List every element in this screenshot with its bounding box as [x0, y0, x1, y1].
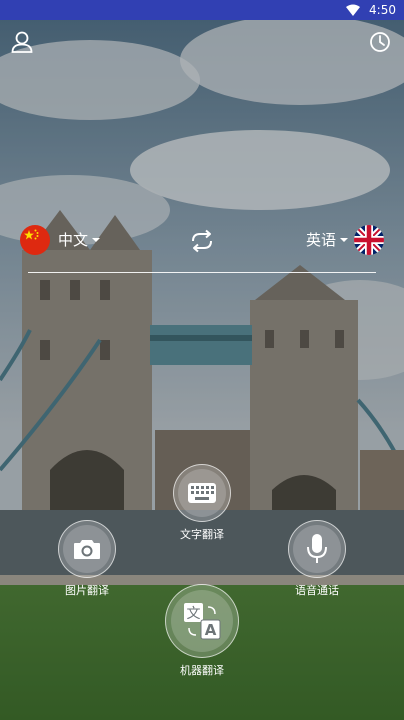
swap-languages-button[interactable]: [188, 228, 216, 254]
translate-icon-zh: 文: [187, 606, 201, 622]
voice-call-label: 语音通话: [295, 584, 339, 597]
camera-icon: [74, 540, 100, 559]
profile-button[interactable]: [8, 28, 36, 56]
target-language-selector[interactable]: 英语: [306, 231, 348, 249]
language-divider: [28, 272, 376, 273]
machine-translate-button[interactable]: 文 A 机器翻译: [162, 584, 242, 678]
machine-translate-label: 机器翻译: [180, 664, 224, 677]
status-time: 4:50: [369, 3, 396, 17]
voice-call-button[interactable]: 语音通话: [287, 520, 347, 598]
photo-translate-button[interactable]: 图片翻译: [58, 520, 116, 598]
uk-flag-icon[interactable]: [354, 225, 384, 255]
caret-down-icon: [340, 238, 348, 242]
swap-icon: [192, 229, 212, 253]
china-flag-icon[interactable]: [20, 225, 50, 255]
source-language-selector[interactable]: 中文: [58, 231, 101, 249]
user-icon: [11, 31, 33, 53]
text-translate-label: 文字翻译: [180, 528, 224, 541]
microphone-icon: [307, 534, 327, 563]
target-language-label: 英语: [305, 231, 336, 249]
history-button[interactable]: [366, 28, 394, 56]
source-language-label: 中文: [58, 231, 89, 249]
keyboard-icon: [188, 483, 216, 503]
text-translate-circle[interactable]: [173, 464, 231, 522]
translate-icon-en: A: [205, 621, 217, 639]
wifi-icon: [346, 4, 360, 16]
machine-translate-circle[interactable]: 文 A: [165, 584, 239, 658]
caret-down-icon: [92, 238, 101, 242]
status-bar: 4:50: [0, 0, 404, 20]
text-translate-button[interactable]: 文字翻译: [173, 464, 231, 542]
photo-translate-label: 图片翻译: [65, 584, 109, 597]
translate-icon: 文 A: [184, 603, 221, 640]
photo-translate-circle[interactable]: [58, 520, 116, 578]
voice-call-circle[interactable]: [288, 520, 346, 578]
clock-icon: [370, 32, 390, 52]
